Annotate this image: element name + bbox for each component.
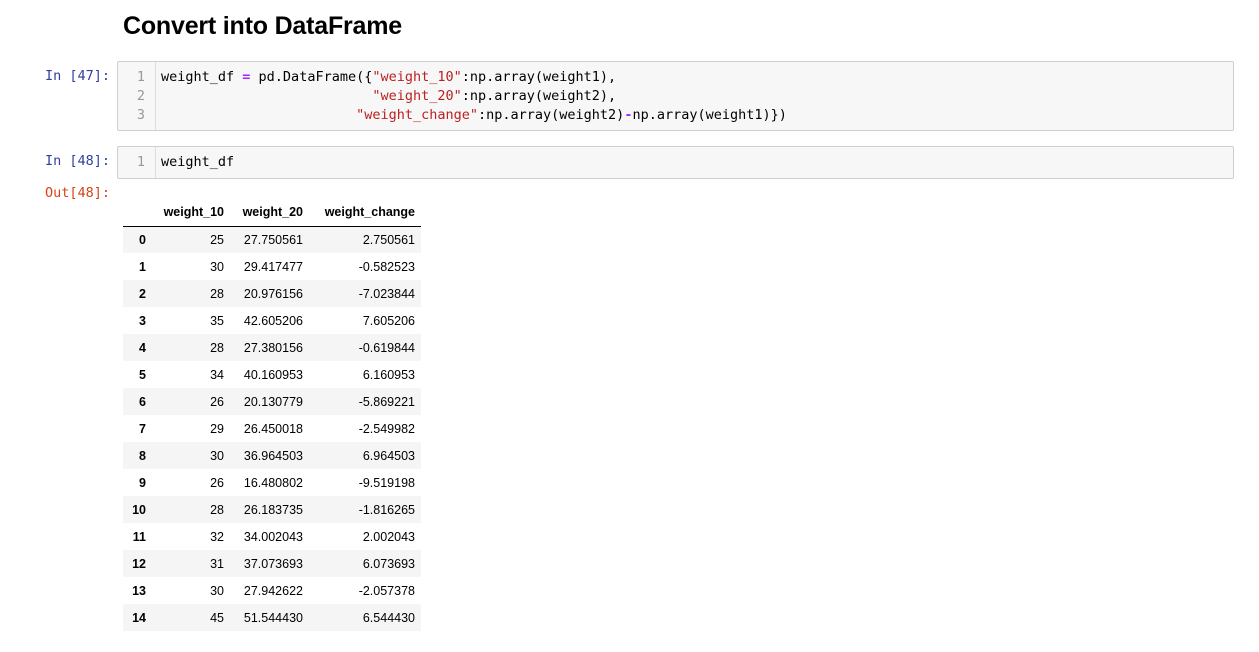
- row-index: 8: [139, 448, 146, 463]
- table-row: 0 25 27.750561 2.750561: [123, 226, 421, 253]
- table-row: 3 35 42.605206 7.605206: [123, 307, 421, 334]
- table-row: 8 30 36.964503 6.964503: [123, 442, 421, 469]
- table-cell: -0.619844: [358, 340, 415, 355]
- row-index: 3: [139, 313, 146, 328]
- dataframe-table: weight_10 weight_20 weight_change 0 25 27.…: [123, 199, 421, 631]
- table-cell: 29.417477: [243, 259, 303, 274]
- row-index: 13: [132, 583, 146, 598]
- table-cell: 28: [210, 502, 224, 517]
- table-cell: -2.057378: [358, 583, 415, 598]
- table-cell: 30: [210, 448, 224, 463]
- table-row: 1 30 29.417477 -0.582523: [123, 253, 421, 280]
- table-cell: 37.073693: [243, 556, 303, 571]
- table-cell: 42.605206: [243, 313, 303, 328]
- table-row: 6 26 20.130779 -5.869221: [123, 388, 421, 415]
- row-index: 1: [139, 259, 146, 274]
- table-cell: -9.519198: [358, 475, 415, 490]
- row-index: 0: [139, 232, 146, 247]
- row-index: 2: [139, 286, 146, 301]
- table-body: 0 25 27.750561 2.750561 1 30 29.417477 -0.58252…: [123, 226, 421, 631]
- table-row: 11 32 34.002043 2.002043: [123, 523, 421, 550]
- row-index: 10: [132, 502, 146, 517]
- table-cell: 6.544430: [362, 610, 415, 625]
- table-row: 5 34 40.160953 6.160953: [123, 361, 421, 388]
- table-cell: -1.816265: [358, 502, 415, 517]
- table-cell: 26.183735: [243, 502, 303, 517]
- table-cell: 26.450018: [243, 421, 303, 436]
- row-index: 14: [132, 610, 146, 625]
- column-header-weight-change: weight_change: [309, 199, 421, 227]
- row-index: 12: [132, 556, 146, 571]
- dataframe-output: weight_10 weight_20 weight_change 0 25 27.…: [123, 199, 421, 631]
- table-header-row: weight_10 weight_20 weight_change: [123, 199, 421, 227]
- table-row: 13 30 27.942622 -2.057378: [123, 577, 421, 604]
- row-index: 9: [139, 475, 146, 490]
- column-header-weight-20: weight_20: [230, 199, 309, 227]
- code-line: weight_df: [161, 154, 235, 170]
- table-cell: 36.964503: [243, 448, 303, 463]
- table-cell: 6.160953: [362, 367, 415, 382]
- code-line: weight_df = pd.DataFrame({"weight_10":np…: [161, 69, 617, 85]
- line-number-gutter: 1: [118, 147, 156, 178]
- code-cell-48[interactable]: 1 weight_df: [117, 146, 1234, 179]
- table-cell: 26: [210, 475, 224, 490]
- table-row: 10 28 26.183735 -1.816265: [123, 496, 421, 523]
- row-index: 11: [132, 529, 146, 544]
- table-cell: 20.976156: [243, 286, 303, 301]
- table-cell: 34: [210, 367, 224, 382]
- table-row: 4 28 27.380156 -0.619844: [123, 334, 421, 361]
- table-row: 7 29 26.450018 -2.549982: [123, 415, 421, 442]
- table-cell: 28: [210, 286, 224, 301]
- code-line: "weight_20":np.array(weight2),: [372, 88, 617, 104]
- table-row: 14 45 51.544430 6.544430: [123, 604, 421, 631]
- line-number-gutter: 1 2 3: [118, 62, 156, 130]
- table-cell: 32: [210, 529, 224, 544]
- code-line: "weight_change":np.array(weight2)-np.arr…: [356, 107, 787, 123]
- code-cell-47[interactable]: 1 2 3 weight_df = pd.DataFrame({"weight_…: [117, 61, 1234, 131]
- table-cell: 31: [210, 556, 224, 571]
- table-row: 9 26 16.480802 -9.519198: [123, 469, 421, 496]
- input-prompt-47: In [47]:: [44, 68, 110, 84]
- index-header: [123, 199, 154, 227]
- table-cell: 27.750561: [243, 232, 303, 247]
- table-cell: 25: [210, 232, 224, 247]
- table-cell: -7.023844: [358, 286, 415, 301]
- row-index: 4: [139, 340, 146, 355]
- table-cell: -0.582523: [358, 259, 415, 274]
- table-cell: 35: [210, 313, 224, 328]
- table-cell: 26: [210, 394, 224, 409]
- input-prompt-48: In [48]:: [44, 153, 110, 169]
- table-cell: 30: [210, 583, 224, 598]
- table-cell: 2.750561: [362, 232, 415, 247]
- table-cell: 16.480802: [243, 475, 303, 490]
- table-cell: 7.605206: [362, 313, 415, 328]
- table-cell: 27.380156: [243, 340, 303, 355]
- line-number: 1: [136, 69, 145, 85]
- table-row: 2 28 20.976156 -7.023844: [123, 280, 421, 307]
- section-heading: Convert into DataFrame: [123, 12, 402, 40]
- column-header-weight-10: weight_10: [154, 199, 230, 227]
- row-index: 7: [139, 421, 146, 436]
- table-row: 12 31 37.073693 6.073693: [123, 550, 421, 577]
- table-cell: 51.544430: [243, 610, 303, 625]
- table-cell: -2.549982: [358, 421, 415, 436]
- table-cell: 6.964503: [362, 448, 415, 463]
- table-cell: 40.160953: [243, 367, 303, 382]
- table-cell: 27.942622: [243, 583, 303, 598]
- table-cell: 6.073693: [362, 556, 415, 571]
- table-cell: 34.002043: [243, 529, 303, 544]
- table-cell: 28: [210, 340, 224, 355]
- table-cell: 2.002043: [362, 529, 415, 544]
- line-number: 2: [136, 88, 145, 104]
- table-cell: 30: [210, 259, 224, 274]
- row-index: 5: [139, 367, 146, 382]
- row-index: 6: [139, 394, 146, 409]
- table-cell: 45: [210, 610, 224, 625]
- output-prompt-48: Out[48]:: [44, 185, 110, 201]
- table-cell: 20.130779: [243, 394, 303, 409]
- line-number: 1: [136, 154, 145, 170]
- line-number: 3: [136, 107, 145, 123]
- table-cell: -5.869221: [358, 394, 415, 409]
- table-cell: 29: [210, 421, 224, 436]
